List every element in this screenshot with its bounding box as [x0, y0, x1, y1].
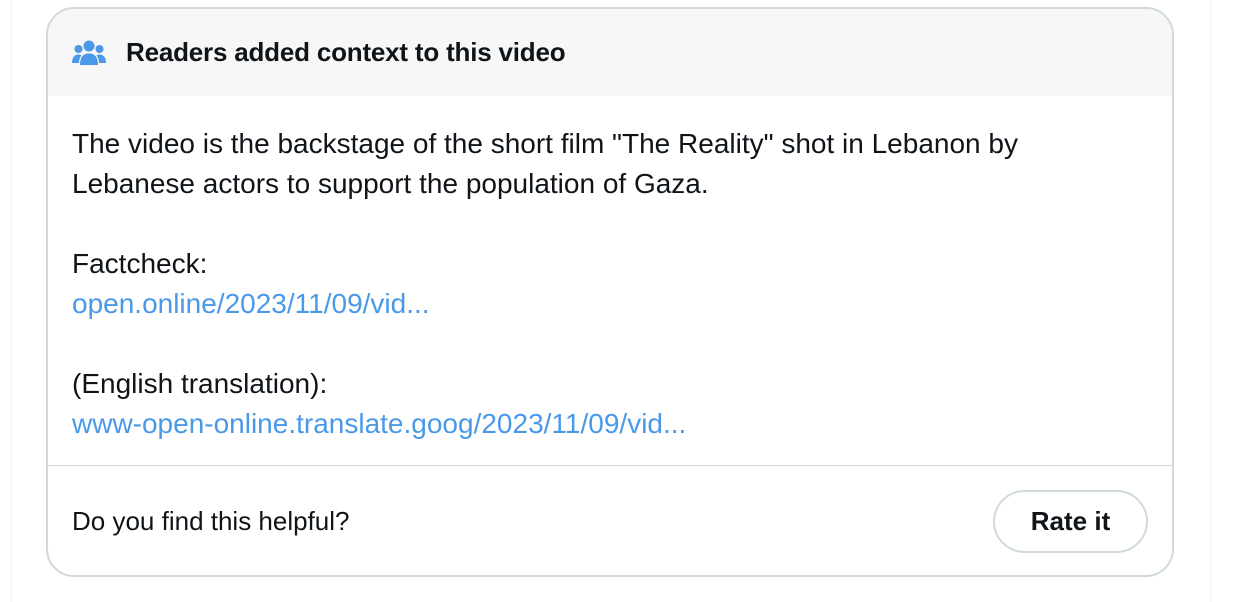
note-header: Readers added context to this video	[48, 9, 1172, 96]
rate-it-button[interactable]: Rate it	[993, 490, 1148, 553]
timeline-right-border	[1210, 0, 1211, 602]
timeline-left-border	[11, 0, 12, 602]
note-text-line-1: The video is the backstage of the short …	[72, 128, 1018, 159]
helpful-question: Do you find this helpful?	[72, 506, 350, 536]
factcheck-link[interactable]: open.online/2023/11/09/vid...	[72, 284, 1148, 324]
note-body: The video is the backstage of the short …	[48, 96, 1172, 465]
note-footer: Do you find this helpful? Rate it	[48, 466, 1172, 575]
note-title: Readers added context to this video	[126, 37, 566, 67]
note-text-line-2: Lebanese actors to support the populatio…	[72, 168, 709, 199]
translation-link[interactable]: www-open-online.translate.goog/2023/11/0…	[72, 404, 1148, 444]
community-note-card: Readers added context to this video The …	[46, 7, 1174, 577]
factcheck-label: Factcheck:	[72, 248, 208, 279]
people-icon	[72, 38, 106, 68]
translation-label: (English translation):	[72, 368, 328, 399]
